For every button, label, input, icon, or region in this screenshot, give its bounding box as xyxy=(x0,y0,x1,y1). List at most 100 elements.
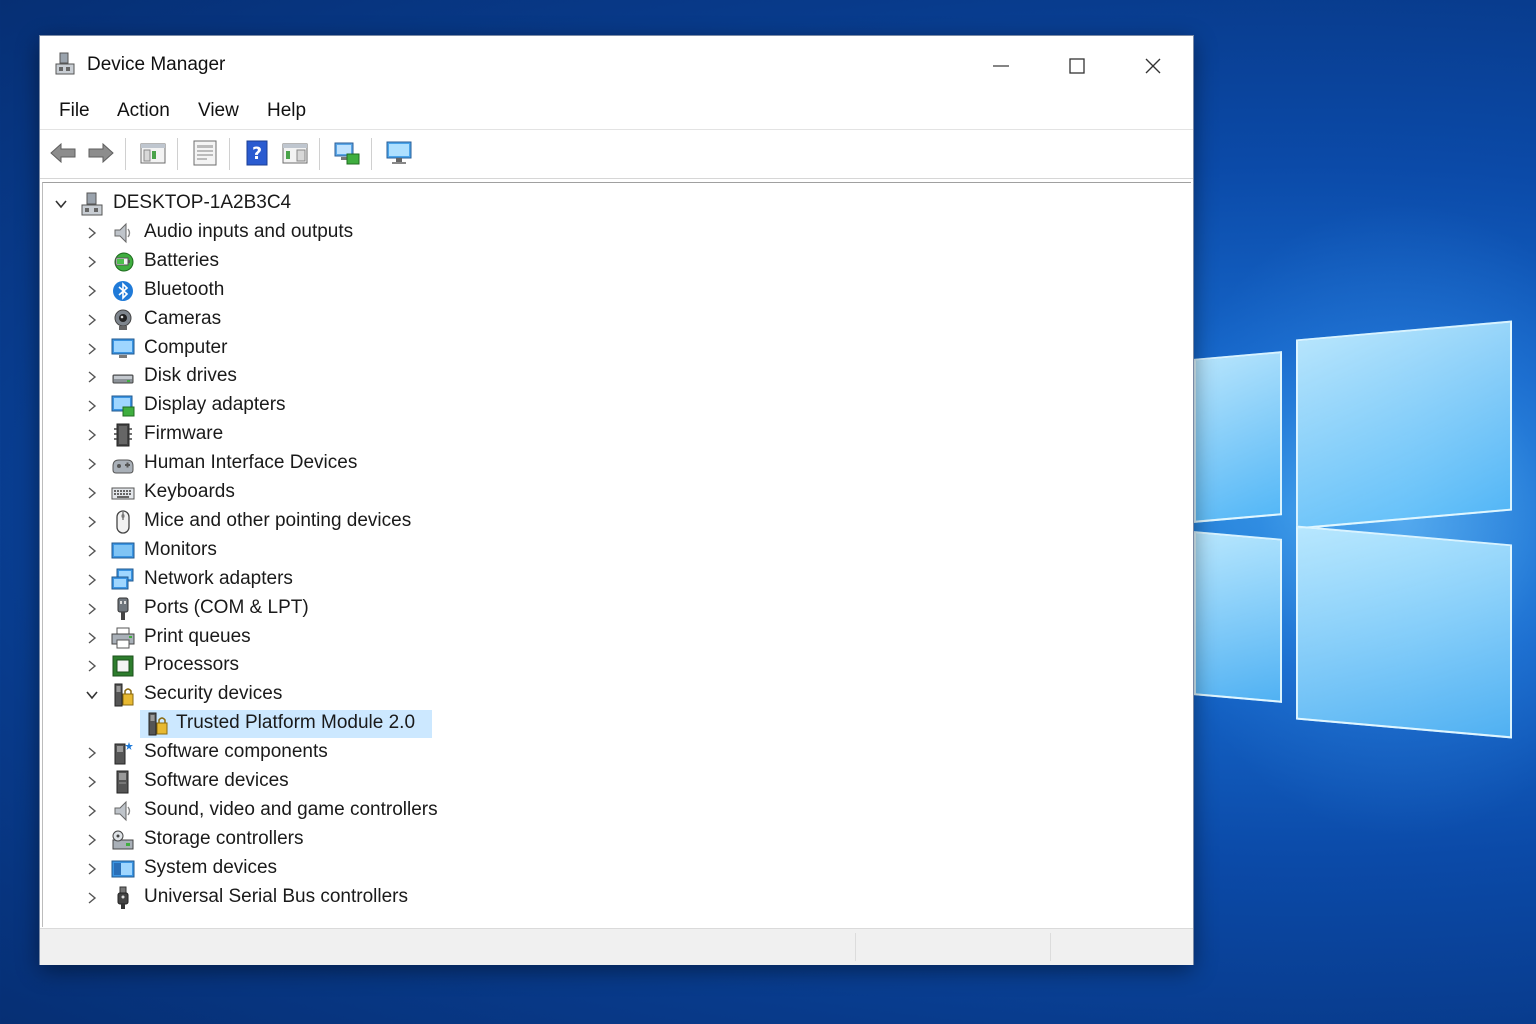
chevron-right-icon[interactable] xyxy=(84,658,100,674)
tree-item-label: Disk drives xyxy=(144,365,237,387)
title-bar[interactable]: Device Manager xyxy=(40,36,1193,96)
chevron-right-icon[interactable] xyxy=(84,514,100,530)
tree-item[interactable]: Universal Serial Bus controllers xyxy=(43,884,1183,912)
toolbar-separator xyxy=(229,138,230,170)
chevron-right-icon[interactable] xyxy=(84,832,100,848)
chevron-right-icon[interactable] xyxy=(84,774,100,790)
device-manager-window: Device Manager File Action View Help ? D… xyxy=(40,36,1193,965)
device-tree: DESKTOP-1A2B3C4 Audio inputs and outputs B… xyxy=(42,182,1191,927)
tree-root[interactable]: DESKTOP-1A2B3C4 xyxy=(43,190,1183,218)
tree-item[interactable]: Software components xyxy=(43,739,1183,767)
chevron-right-icon[interactable] xyxy=(84,543,100,559)
status-divider xyxy=(855,933,856,961)
menu-action[interactable]: Action xyxy=(113,98,174,124)
back-button[interactable] xyxy=(48,138,78,168)
chevron-right-icon[interactable] xyxy=(84,254,100,270)
tree-item[interactable]: Keyboards xyxy=(43,479,1183,507)
tree-item-label: Batteries xyxy=(144,249,219,271)
chevron-right-icon[interactable] xyxy=(84,312,100,328)
tree-item[interactable]: Network adapters xyxy=(43,566,1183,594)
chevron-right-icon[interactable] xyxy=(84,803,100,819)
software-component-icon xyxy=(111,741,135,765)
scan-hardware-button[interactable] xyxy=(332,138,362,168)
tree-item-label: Network adapters xyxy=(144,567,293,589)
chevron-right-icon[interactable] xyxy=(84,398,100,414)
tree-item[interactable]: Bluetooth xyxy=(43,277,1183,305)
show-hide-console-tree-button[interactable] xyxy=(138,138,168,168)
tree-item[interactable]: Batteries xyxy=(43,248,1183,276)
tree-item[interactable]: System devices xyxy=(43,855,1183,883)
tree-item-label: Print queues xyxy=(144,625,251,647)
chevron-right-icon[interactable] xyxy=(84,601,100,617)
battery-icon xyxy=(111,250,135,274)
tree-item-label: Sound, video and game controllers xyxy=(144,798,438,820)
windows-logo-pane xyxy=(1296,525,1512,739)
chevron-right-icon[interactable] xyxy=(84,861,100,877)
monitor-icon xyxy=(386,141,412,164)
menu-help[interactable]: Help xyxy=(263,98,310,124)
chevron-right-icon[interactable] xyxy=(84,427,100,443)
printer-icon xyxy=(111,626,135,650)
toolbar-separator xyxy=(125,138,126,170)
display-adapter-icon xyxy=(111,394,135,418)
monitor-button[interactable] xyxy=(384,138,414,168)
chevron-right-icon[interactable] xyxy=(84,572,100,588)
chevron-right-icon[interactable] xyxy=(84,369,100,385)
bluetooth-icon xyxy=(111,279,135,303)
tree-item[interactable]: Print queues xyxy=(43,624,1183,652)
show-hide-console-tree-icon xyxy=(140,143,166,164)
tree-item[interactable]: Sound, video and game controllers xyxy=(43,797,1183,825)
toolbar-separator xyxy=(371,138,372,170)
tree-item-tpm[interactable]: Trusted Platform Module 2.0 xyxy=(43,710,1183,739)
chevron-right-icon[interactable] xyxy=(84,341,100,357)
tree-item[interactable]: Firmware xyxy=(43,421,1183,449)
chevron-right-icon[interactable] xyxy=(84,890,100,906)
speaker-icon xyxy=(111,221,135,245)
menu-file[interactable]: File xyxy=(55,98,94,124)
chevron-right-icon[interactable] xyxy=(84,630,100,646)
tree-item[interactable]: Monitors xyxy=(43,537,1183,565)
computer-icon xyxy=(111,337,135,361)
tree-item[interactable]: Processors xyxy=(43,652,1183,680)
tree-item[interactable]: Audio inputs and outputs xyxy=(43,219,1183,247)
svg-text:?: ? xyxy=(252,144,262,164)
close-icon xyxy=(1145,58,1161,74)
chevron-right-icon[interactable] xyxy=(84,225,100,241)
chevron-down-icon[interactable] xyxy=(53,196,69,212)
menu-view[interactable]: View xyxy=(194,98,243,124)
tree-item-label: DESKTOP-1A2B3C4 xyxy=(113,192,292,213)
tree-item[interactable]: Cameras xyxy=(43,306,1183,334)
action-pane-button[interactable] xyxy=(280,138,310,168)
maximize-icon xyxy=(1069,58,1085,74)
tree-item[interactable]: Human Interface Devices xyxy=(43,450,1183,478)
tree-item[interactable]: Computer xyxy=(43,335,1183,363)
tree-item-label: Bluetooth xyxy=(144,278,225,300)
tree-item[interactable]: Ports (COM & LPT) xyxy=(43,595,1183,623)
close-button[interactable] xyxy=(1115,36,1191,96)
help-button[interactable]: ? xyxy=(242,138,272,168)
tree-item-label: Processors xyxy=(144,654,240,676)
maximize-button[interactable] xyxy=(1039,36,1115,96)
minimize-button[interactable] xyxy=(963,36,1039,96)
toolbar-separator xyxy=(177,138,178,170)
forward-icon xyxy=(88,142,114,164)
tree-item[interactable]: Mice and other pointing devices xyxy=(43,508,1183,536)
tree-item-label: Monitors xyxy=(144,538,217,560)
tree-item-label: Software components xyxy=(144,741,328,763)
tree-item-label: Storage controllers xyxy=(144,827,304,849)
chevron-right-icon[interactable] xyxy=(84,745,100,761)
tree-item-label: Cameras xyxy=(144,307,222,329)
tree-item[interactable]: Disk drives xyxy=(43,363,1183,391)
forward-button[interactable] xyxy=(86,138,116,168)
tree-item-label: Display adapters xyxy=(144,394,286,416)
chevron-right-icon[interactable] xyxy=(84,456,100,472)
chevron-right-icon[interactable] xyxy=(84,485,100,501)
chevron-right-icon[interactable] xyxy=(84,283,100,299)
chevron-down-icon[interactable] xyxy=(84,687,100,703)
tree-item[interactable]: Storage controllers xyxy=(43,826,1183,854)
properties-button[interactable] xyxy=(190,138,220,168)
tree-item[interactable]: Security devices xyxy=(43,681,1183,709)
tree-item[interactable]: Software devices xyxy=(43,768,1183,796)
tree-item[interactable]: Display adapters xyxy=(43,392,1183,420)
speaker-icon xyxy=(111,799,135,823)
